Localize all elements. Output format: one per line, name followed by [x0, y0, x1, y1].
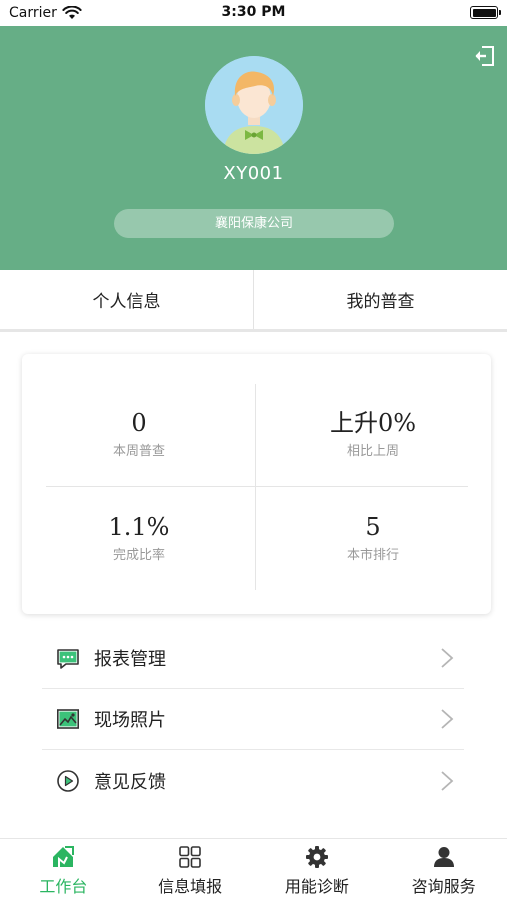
- nav-item-info-report[interactable]: 信息填报: [127, 839, 254, 900]
- clock: 3:30 PM: [221, 4, 286, 20]
- stat-week-change: 上升0% 相比上周: [256, 408, 490, 459]
- tab-personal-info[interactable]: 个人信息: [0, 270, 254, 329]
- stat-weekly-survey: 0 本周普查: [22, 408, 256, 459]
- menu-item-photos[interactable]: 现场照片: [42, 689, 464, 750]
- bottom-tab-bar: 工作台 信息填报 用能诊断 咨询服务: [0, 838, 507, 900]
- grid-icon: [178, 845, 202, 869]
- stat-label: 完成比率: [112, 548, 165, 563]
- logout-icon[interactable]: [473, 44, 497, 68]
- nav-label: 咨询服务: [411, 877, 476, 896]
- menu-item-label: 现场照片: [94, 710, 166, 731]
- stat-label: 本市排行: [346, 548, 399, 563]
- avatar[interactable]: [205, 56, 303, 154]
- profile-tabs: 个人信息 我的普查: [0, 270, 507, 332]
- stat-label: 本周普查: [112, 444, 165, 459]
- company-badge: 襄阳保康公司: [114, 209, 394, 238]
- chevron-right-icon: [440, 708, 454, 730]
- chevron-right-icon: [440, 647, 454, 669]
- nav-item-energy-diagnosis[interactable]: 用能诊断: [254, 839, 381, 900]
- stat-city-rank: 5 本市排行: [256, 512, 490, 563]
- stat-value: 上升0%: [329, 409, 417, 437]
- stats-divider-horizontal: [46, 486, 468, 487]
- stat-value: 5: [365, 513, 381, 541]
- report-icon: [56, 646, 80, 670]
- workbench-icon: [51, 845, 75, 869]
- menu-item-label: 报表管理: [94, 649, 166, 670]
- nav-label: 工作台: [39, 877, 88, 896]
- chevron-right-icon: [440, 770, 454, 792]
- photo-icon: [56, 707, 80, 731]
- user-icon: [432, 845, 456, 869]
- tab-my-survey[interactable]: 我的普查: [254, 270, 507, 329]
- nav-label: 信息填报: [158, 877, 223, 896]
- status-bar: Carrier 3:30 PM: [0, 0, 507, 26]
- feedback-icon: [56, 769, 80, 793]
- username: XY001: [223, 163, 284, 184]
- menu-item-feedback[interactable]: 意见反馈: [42, 750, 464, 811]
- gear-icon: [305, 845, 329, 869]
- stats-card: 0 本周普查 上升0% 相比上周 1.1% 完成比率 5 本市排行: [22, 354, 491, 614]
- battery-icon: [470, 6, 501, 19]
- profile-header: XY001 襄阳保康公司: [0, 26, 507, 270]
- menu-item-report[interactable]: 报表管理: [42, 628, 464, 689]
- stat-completion-rate: 1.1% 完成比率: [22, 512, 256, 563]
- feature-menu: 报表管理 现场照片 意见反馈: [42, 628, 464, 811]
- stat-value: 1.1%: [108, 513, 170, 541]
- menu-item-label: 意见反馈: [94, 771, 166, 793]
- stat-label: 相比上周: [346, 444, 399, 459]
- nav-label: 用能诊断: [284, 877, 349, 896]
- nav-item-consulting[interactable]: 咨询服务: [380, 839, 507, 900]
- nav-item-workbench[interactable]: 工作台: [0, 839, 127, 900]
- stat-value: 0: [131, 409, 147, 437]
